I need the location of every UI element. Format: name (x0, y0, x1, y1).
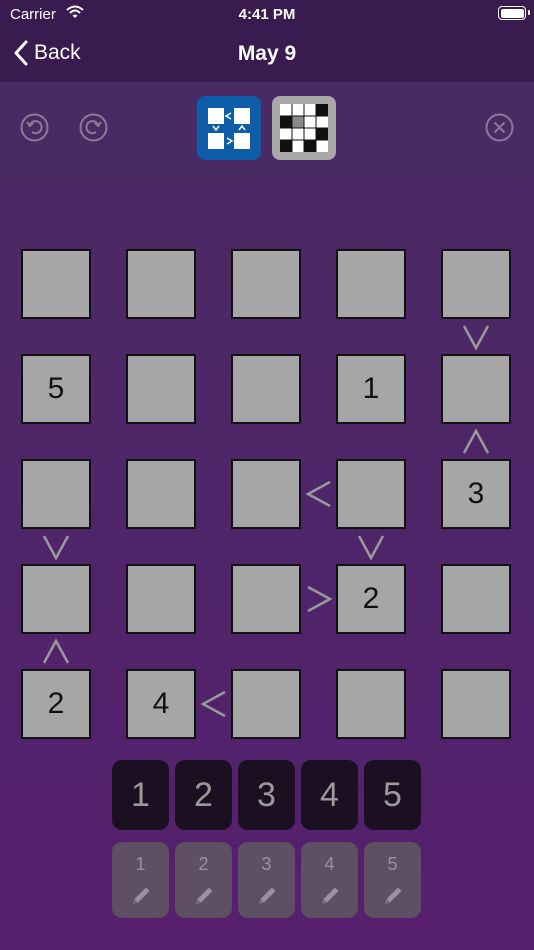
chevron-left-icon (14, 40, 28, 66)
grid-cell[interactable] (231, 354, 301, 424)
up-chevron-sign (41, 637, 71, 667)
number-key[interactable]: 2 (175, 760, 232, 830)
grid-cell[interactable] (441, 669, 511, 739)
grid-cell[interactable] (441, 564, 511, 634)
undo-button[interactable] (20, 113, 49, 147)
pencil-icon (196, 887, 213, 904)
grid-cell[interactable] (441, 249, 511, 319)
note-key[interactable]: 2 (175, 842, 232, 918)
redo-icon (79, 113, 108, 142)
note-key-label: 3 (261, 854, 272, 874)
grid-cell[interactable] (336, 249, 406, 319)
grid-cell[interactable]: 1 (336, 354, 406, 424)
grid-cell[interactable] (231, 669, 301, 739)
note-key[interactable]: 3 (238, 842, 295, 918)
grid-cell[interactable] (21, 459, 91, 529)
undo-icon (20, 113, 49, 142)
grid-cell[interactable] (441, 354, 511, 424)
grid-cell[interactable]: 5 (21, 354, 91, 424)
battery-tip (528, 10, 530, 15)
number-key[interactable]: 1 (112, 760, 169, 830)
note-key-label: 4 (324, 854, 335, 874)
grid-cell[interactable]: 2 (21, 669, 91, 739)
note-key[interactable]: 1 (112, 842, 169, 918)
grid-cell[interactable] (231, 564, 301, 634)
number-key[interactable]: 5 (364, 760, 421, 830)
battery-icon (498, 6, 526, 20)
note-key[interactable]: 5 (364, 842, 421, 918)
redo-button[interactable] (79, 113, 108, 147)
grid-cell[interactable]: 2 (336, 564, 406, 634)
status-bar: Carrier 4:41 PM (0, 0, 534, 30)
less-than-sign (304, 479, 334, 509)
down-chevron-sign (356, 532, 386, 562)
status-time: 4:41 PM (238, 6, 296, 23)
inequality-mode-button[interactable] (197, 96, 261, 160)
note-key-label: 2 (198, 854, 209, 874)
pencil-icon (385, 887, 402, 904)
grid-cell[interactable] (126, 564, 196, 634)
grid-cell[interactable] (336, 459, 406, 529)
note-key-label: 1 (135, 854, 146, 874)
grid-cell[interactable] (126, 459, 196, 529)
grid-cell[interactable] (21, 249, 91, 319)
grid-cell[interactable] (231, 249, 301, 319)
pencil-icon (322, 887, 339, 904)
grid-cell[interactable] (126, 354, 196, 424)
grid-cell[interactable] (21, 564, 91, 634)
pencil-icon (259, 887, 276, 904)
black-white-grid-icon (280, 104, 328, 152)
grid-cell[interactable]: 4 (126, 669, 196, 739)
pencil-icon (133, 887, 150, 904)
back-button[interactable]: Back (14, 40, 81, 66)
note-key-label: 5 (387, 854, 398, 874)
navigation-bar: Back May 9 (0, 30, 534, 82)
close-icon (485, 113, 514, 142)
number-key[interactable]: 3 (238, 760, 295, 830)
grid-cell[interactable]: 3 (441, 459, 511, 529)
grid-cell[interactable] (126, 249, 196, 319)
number-key[interactable]: 4 (301, 760, 358, 830)
close-button[interactable] (485, 113, 514, 147)
down-chevron-sign (461, 322, 491, 352)
inequality-puzzle-icon (208, 108, 250, 149)
up-chevron-sign (461, 427, 491, 457)
note-key[interactable]: 4 (301, 842, 358, 918)
grid-cell[interactable] (336, 669, 406, 739)
grid-cell[interactable] (231, 459, 301, 529)
grid-mode-button[interactable] (272, 96, 336, 160)
down-chevron-sign (41, 532, 71, 562)
less-than-sign (199, 689, 229, 719)
back-label: Back (34, 41, 81, 64)
greater-than-sign (304, 584, 334, 614)
